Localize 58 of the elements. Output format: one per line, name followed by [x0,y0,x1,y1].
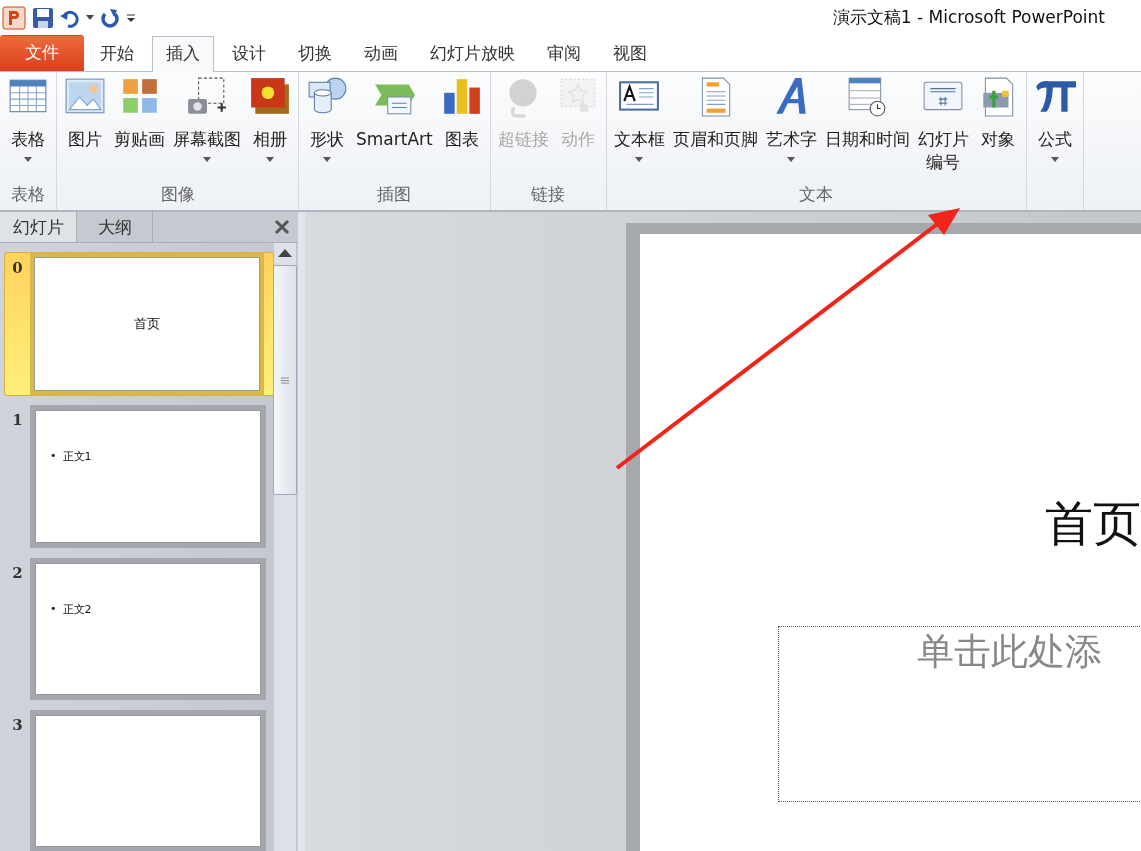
ribbon-button[interactable]: 屏幕截图 [170,72,244,183]
save-icon[interactable] [32,6,54,29]
bullet-icon: • [50,601,57,617]
dropdown-arrow-icon [635,156,644,162]
dropdown-arrow-icon [24,156,32,162]
ribbon-button[interactable]: 形状 [303,72,351,183]
file-tab[interactable]: 文件 [0,35,84,71]
group-label: 文本 [798,183,835,206]
ribbon-tab[interactable]: 插入 [152,36,214,72]
scrollbar-thumb[interactable] [273,265,297,495]
ribbon-button[interactable]: 表格 [4,72,52,183]
ribbon-tab[interactable]: 动画 [350,36,412,71]
ribbon-button[interactable]: 对象 [973,72,1022,183]
ribbon-tab[interactable]: 幻灯片放映 [416,36,529,71]
bullet-icon: • [50,449,57,465]
dropdown-arrow-icon [1050,156,1059,162]
thumbnail-title: 首页 [134,315,160,334]
slide-number: 2 [11,562,24,584]
dropdown-arrow-icon [787,156,796,162]
ribbon-button[interactable]: SmartArt [353,72,436,183]
ribbon-button[interactable]: 幻灯片 编号 [914,72,972,183]
dropdown-arrow-icon [323,156,331,162]
slide-number: 3 [11,714,24,736]
group-label: 插图 [376,183,413,206]
slide-number: 0 [11,258,24,279]
dropdown-arrow-icon [203,156,211,162]
subtitle-placeholder[interactable]: 单击此处添 [778,626,1141,802]
panel-tab[interactable]: 幻灯片 [0,212,77,242]
ribbon-button[interactable]: 页眉和页脚 [669,72,761,183]
customize-menu-icon[interactable] [126,11,136,24]
ribbon-tab[interactable]: 开始 [86,36,148,71]
ribbon-button[interactable]: 艺术字 [762,72,820,183]
app-logo-icon[interactable] [2,5,26,30]
thumbnail-bullet-text: 正文1 [62,449,92,465]
slide-number: 1 [11,410,24,432]
dropdown-arrow-icon[interactable] [86,15,94,20]
close-icon[interactable] [274,219,290,235]
ribbon-tab[interactable]: 审阅 [533,36,595,71]
group-label: 图像 [159,183,196,206]
ribbon-button[interactable]: 相册 [246,72,294,183]
scroll-up-icon[interactable] [278,249,292,257]
ribbon-button[interactable]: 剪贴画 [111,72,168,183]
group-label: 表格 [10,183,46,206]
dropdown-arrow-icon [266,156,274,162]
slide-thumbnail[interactable]: 0 首页 [4,252,274,397]
ribbon-tab[interactable]: 设计 [218,36,280,71]
ribbon-button[interactable]: 图片 [61,72,109,183]
ribbon-button[interactable]: 日期和时间 [821,72,913,183]
window-title: 演示文稿1 - Microsoft PowerPoint [832,6,1105,29]
ribbon-tab[interactable]: 视图 [599,36,661,71]
ribbon-button[interactable]: 文本框 [610,72,668,183]
ribbon-tab[interactable]: 切换 [284,36,346,71]
repeat-icon[interactable] [100,7,120,28]
group-label: 链接 [530,183,567,206]
slide-title: 首页 [1045,494,1141,553]
ribbon-button[interactable]: 公式 [1030,72,1079,210]
thumbnail-bullet-text: 正文2 [62,601,92,617]
ribbon-button[interactable]: 图表 [437,72,486,183]
